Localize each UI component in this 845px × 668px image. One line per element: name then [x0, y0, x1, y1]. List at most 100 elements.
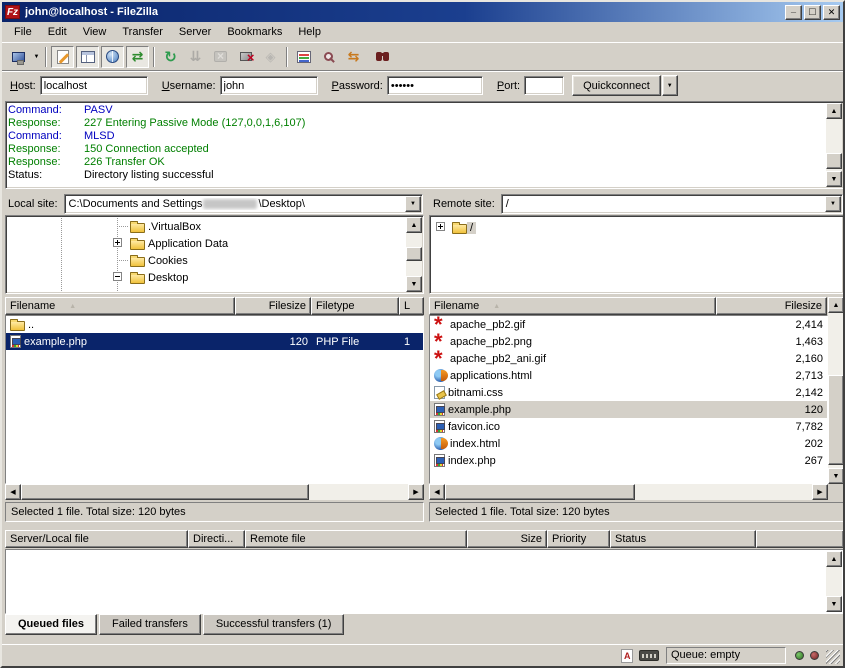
password-input[interactable]: [387, 76, 483, 95]
toggle-transfer-queue-button[interactable]: [126, 46, 149, 68]
remote-tree-item[interactable]: /: [430, 219, 841, 236]
local-site-dropdown-icon[interactable]: ▼: [405, 196, 421, 212]
log-scrollbar[interactable]: ▲ ▼: [826, 103, 842, 187]
queue-column-directi[interactable]: Directi...: [188, 530, 245, 548]
cancel-button[interactable]: [209, 46, 232, 68]
toggle-local-tree-button[interactable]: [76, 46, 99, 68]
scroll-down-icon[interactable]: ▼: [828, 468, 844, 484]
tab-queued-files[interactable]: Queued files: [5, 614, 97, 635]
local-tree-scrollbar[interactable]: ▲ ▼: [406, 217, 422, 292]
synchronized-browsing-button[interactable]: [342, 46, 365, 68]
filter-button[interactable]: [292, 46, 315, 68]
column-header-filename[interactable]: Filename▲: [429, 297, 716, 315]
find-files-button[interactable]: [367, 46, 390, 68]
menu-item-view[interactable]: View: [75, 23, 115, 41]
local-hscroll-thumb[interactable]: [21, 484, 309, 500]
quickconnect-button[interactable]: Quickconnect: [572, 75, 661, 96]
menu-item-edit[interactable]: Edit: [40, 23, 75, 41]
port-input[interactable]: [524, 76, 564, 95]
menu-item-file[interactable]: File: [6, 23, 40, 41]
expand-icon[interactable]: [436, 222, 445, 231]
remote-site-dropdown-icon[interactable]: ▼: [825, 196, 841, 212]
file-row[interactable]: index.html202: [430, 435, 827, 452]
maximize-button[interactable]: [804, 5, 821, 20]
remote-vscrollbar[interactable]: ▲ ▼: [828, 297, 844, 484]
file-row[interactable]: index.php267: [430, 452, 827, 469]
local-tree-item[interactable]: Cookies: [6, 252, 405, 269]
local-tree-item[interactable]: Application Data: [6, 235, 405, 252]
file-row[interactable]: apache_pb2.gif2,414: [430, 316, 827, 333]
host-input[interactable]: [40, 76, 148, 95]
username-input[interactable]: [220, 76, 318, 95]
scroll-right-icon[interactable]: ▶: [408, 484, 424, 500]
menu-item-bookmarks[interactable]: Bookmarks: [219, 23, 290, 41]
collapse-icon[interactable]: [113, 272, 122, 281]
local-tree-item[interactable]: Desktop: [6, 269, 405, 286]
directory-comparison-button[interactable]: [317, 46, 340, 68]
column-header-filesize[interactable]: Filesize: [716, 297, 827, 315]
queue-column-priority[interactable]: Priority: [547, 530, 610, 548]
file-size-cell: [236, 316, 312, 333]
queue-scrollbar[interactable]: ▲ ▼: [826, 551, 842, 612]
local-tree-scroll-thumb[interactable]: [406, 247, 422, 261]
file-row[interactable]: example.php120: [430, 401, 827, 418]
site-manager-button[interactable]: [7, 46, 30, 68]
remote-site-combo[interactable]: / ▼: [501, 194, 843, 214]
queue-column-serverlocalfile[interactable]: Server/Local file: [5, 530, 188, 548]
local-tree-item[interactable]: .VirtualBox: [6, 218, 405, 235]
tab-successful-transfers-[interactable]: Successful transfers (1): [203, 614, 345, 635]
queue-column-remotefile[interactable]: Remote file: [245, 530, 467, 548]
expand-icon[interactable]: [113, 238, 122, 247]
scroll-up-icon[interactable]: ▲: [826, 103, 842, 119]
minimize-button[interactable]: [785, 5, 802, 20]
file-row[interactable]: ..: [6, 316, 423, 333]
queue-column-status[interactable]: Status: [610, 530, 756, 548]
log-scroll-thumb[interactable]: [826, 153, 842, 169]
reconnect-button[interactable]: [259, 46, 282, 68]
file-row[interactable]: apache_pb2.png1,463: [430, 333, 827, 350]
file-row[interactable]: favicon.ico7,782: [430, 418, 827, 435]
indicator-badge-icon[interactable]: [639, 650, 659, 661]
scroll-down-icon[interactable]: ▼: [406, 276, 422, 292]
menu-item-transfer[interactable]: Transfer: [114, 23, 171, 41]
toolbar-separator: [286, 47, 288, 67]
remote-vscroll-thumb[interactable]: [828, 375, 844, 465]
scroll-right-icon[interactable]: ▶: [812, 484, 828, 500]
file-row[interactable]: apache_pb2_ani.gif2,160: [430, 350, 827, 367]
scroll-up-icon[interactable]: ▲: [406, 217, 422, 233]
local-site-combo[interactable]: C:\Documents and Settings\Desktop\ ▼: [64, 194, 423, 214]
resize-grip[interactable]: [826, 650, 840, 664]
toggle-remote-tree-button[interactable]: [101, 46, 124, 68]
file-row[interactable]: bitnami.css2,142: [430, 384, 827, 401]
file-name: applications.html: [450, 370, 532, 382]
scroll-up-icon[interactable]: ▲: [826, 551, 842, 567]
scroll-down-icon[interactable]: ▼: [826, 596, 842, 612]
disconnect-button[interactable]: [234, 46, 257, 68]
column-header-filesize[interactable]: Filesize: [235, 297, 311, 315]
file-row[interactable]: applications.html2,713: [430, 367, 827, 384]
close-button[interactable]: [823, 5, 840, 20]
menu-item-help[interactable]: Help: [290, 23, 329, 41]
refresh-button[interactable]: [159, 46, 182, 68]
file-row[interactable]: example.php120PHP File1: [6, 333, 423, 350]
quickconnect-dropdown[interactable]: ▼: [662, 75, 678, 96]
remote-list-header: Filename▲Filesize: [429, 297, 828, 315]
scroll-down-icon[interactable]: ▼: [826, 171, 842, 187]
scroll-left-icon[interactable]: ◀: [429, 484, 445, 500]
scroll-up-icon[interactable]: ▲: [828, 297, 844, 313]
process-queue-button[interactable]: [184, 46, 207, 68]
remote-hscroll-thumb[interactable]: [445, 484, 635, 500]
toggle-message-log-button[interactable]: [51, 46, 74, 68]
column-header-l[interactable]: L: [399, 297, 424, 315]
column-header-filetype[interactable]: Filetype: [311, 297, 399, 315]
queue-column-size[interactable]: Size: [467, 530, 547, 548]
remote-hscrollbar[interactable]: ◀ ▶: [429, 484, 828, 500]
column-header-filename[interactable]: Filename▲: [5, 297, 235, 315]
title-bar[interactable]: Fz john@localhost - FileZilla: [2, 2, 843, 22]
local-hscrollbar[interactable]: ◀ ▶: [5, 484, 424, 500]
site-manager-dropdown-icon[interactable]: ▼: [31, 46, 42, 68]
scroll-left-icon[interactable]: ◀: [5, 484, 21, 500]
ascii-datatype-icon[interactable]: [621, 649, 633, 663]
menu-item-server[interactable]: Server: [171, 23, 219, 41]
tab-failed-transfers[interactable]: Failed transfers: [99, 614, 201, 635]
